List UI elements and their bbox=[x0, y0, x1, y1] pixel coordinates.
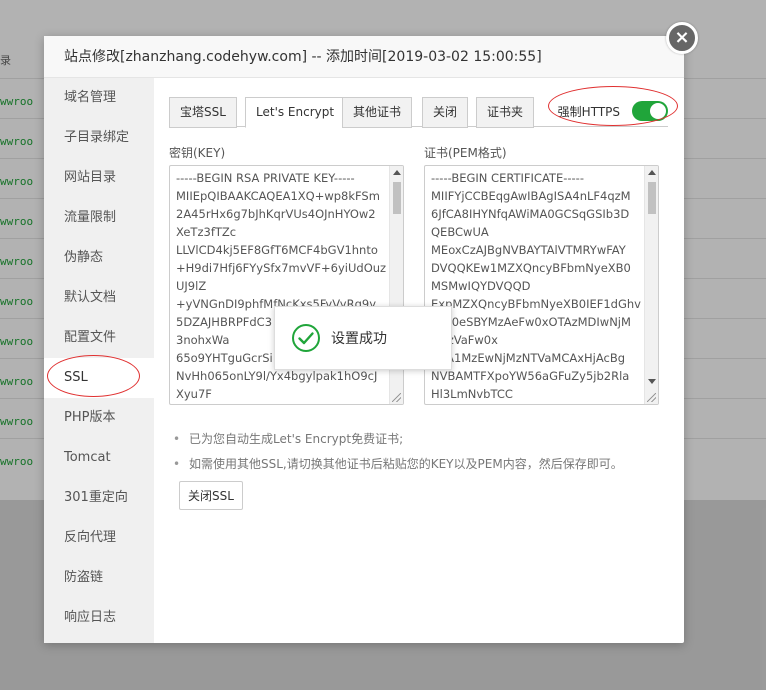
sidebar-item-reverse-proxy[interactable]: 反向代理 bbox=[44, 518, 154, 558]
key-label: 密钥(KEY) bbox=[169, 146, 226, 160]
sidebar-item-domain[interactable]: 域名管理 bbox=[44, 78, 154, 118]
tab-lets-encrypt[interactable]: Let's Encrypt bbox=[245, 97, 346, 128]
sidebar-item-php-version[interactable]: PHP版本 bbox=[44, 398, 154, 438]
tab-bt-ssl[interactable]: 宝塔SSL bbox=[169, 97, 237, 128]
cert-textarea[interactable]: -----BEGIN CERTIFICATE----- MIIFYjCCBEqg… bbox=[424, 165, 659, 405]
cert-scrollbar[interactable] bbox=[644, 166, 658, 404]
scroll-down-icon[interactable] bbox=[648, 379, 656, 384]
sidebar-item-rewrite[interactable]: 伪静态 bbox=[44, 238, 154, 278]
cert-label: 证书(PEM格式) bbox=[424, 146, 507, 160]
close-icon[interactable]: × bbox=[666, 22, 698, 54]
close-ssl-button[interactable]: 关闭SSL bbox=[179, 481, 243, 510]
toggle-knob bbox=[650, 103, 666, 119]
sidebar-item-301-redirect[interactable]: 301重定向 bbox=[44, 478, 154, 518]
cert-text: -----BEGIN CERTIFICATE----- MIIFYjCCBEqg… bbox=[431, 171, 641, 401]
toast-message: 设置成功 bbox=[331, 331, 387, 347]
cert-pane: 证书(PEM格式) -----BEGIN CERTIFICATE----- MI… bbox=[424, 145, 659, 405]
sidebar-item-tomcat[interactable]: Tomcat bbox=[44, 438, 154, 478]
force-https: 强制HTTPS bbox=[558, 101, 668, 121]
tab-cert-folder[interactable]: 证书夹 bbox=[476, 97, 535, 128]
scroll-up-icon[interactable] bbox=[648, 170, 656, 175]
tip-item: 如需使用其他SSL,请切换其他证书后粘贴您的KEY以及PEM内容，然后保存即可。 bbox=[173, 453, 668, 478]
sidebar-item-site-dir[interactable]: 网站目录 bbox=[44, 158, 154, 198]
cert-panes: 密钥(KEY) -----BEGIN RSA PRIVATE KEY----- … bbox=[169, 145, 668, 410]
sidebar-item-hotlink-protection[interactable]: 防盗链 bbox=[44, 558, 154, 598]
modal-title: 站点修改[zhanzhang.codehyw.com] -- 添加时间[2019… bbox=[44, 36, 684, 78]
check-circle-icon bbox=[292, 324, 320, 352]
scroll-thumb[interactable] bbox=[648, 182, 656, 214]
success-toast: 设置成功 bbox=[274, 306, 452, 370]
force-https-toggle[interactable] bbox=[632, 101, 668, 121]
tab-close[interactable]: 关闭 bbox=[422, 97, 469, 128]
scroll-thumb[interactable] bbox=[393, 182, 401, 214]
sidebar: 域名管理 子目录绑定 网站目录 流量限制 伪静态 默认文档 配置文件 SSL P… bbox=[44, 78, 154, 643]
sidebar-item-subdir-binding[interactable]: 子目录绑定 bbox=[44, 118, 154, 158]
scroll-up-icon[interactable] bbox=[393, 170, 401, 175]
sidebar-item-response-log[interactable]: 响应日志 bbox=[44, 598, 154, 638]
ssl-tabs: 宝塔SSL Let's Encrypt 其他证书 关闭 证书夹 强制HTTPS bbox=[169, 93, 668, 128]
sidebar-item-config-file[interactable]: 配置文件 bbox=[44, 318, 154, 358]
tip-item: 已为您自动生成Let's Encrypt免费证书; bbox=[173, 428, 668, 453]
sidebar-item-ssl[interactable]: SSL bbox=[44, 358, 154, 398]
sidebar-item-traffic-limit[interactable]: 流量限制 bbox=[44, 198, 154, 238]
force-https-label: 强制HTTPS bbox=[557, 104, 620, 119]
sidebar-item-default-doc[interactable]: 默认文档 bbox=[44, 278, 154, 318]
resize-grip-icon[interactable] bbox=[647, 393, 656, 402]
tab-other-cert[interactable]: 其他证书 bbox=[342, 97, 413, 128]
resize-grip-icon[interactable] bbox=[392, 393, 401, 402]
ssl-tips: 已为您自动生成Let's Encrypt免费证书; 如需使用其他SSL,请切换其… bbox=[169, 428, 668, 478]
